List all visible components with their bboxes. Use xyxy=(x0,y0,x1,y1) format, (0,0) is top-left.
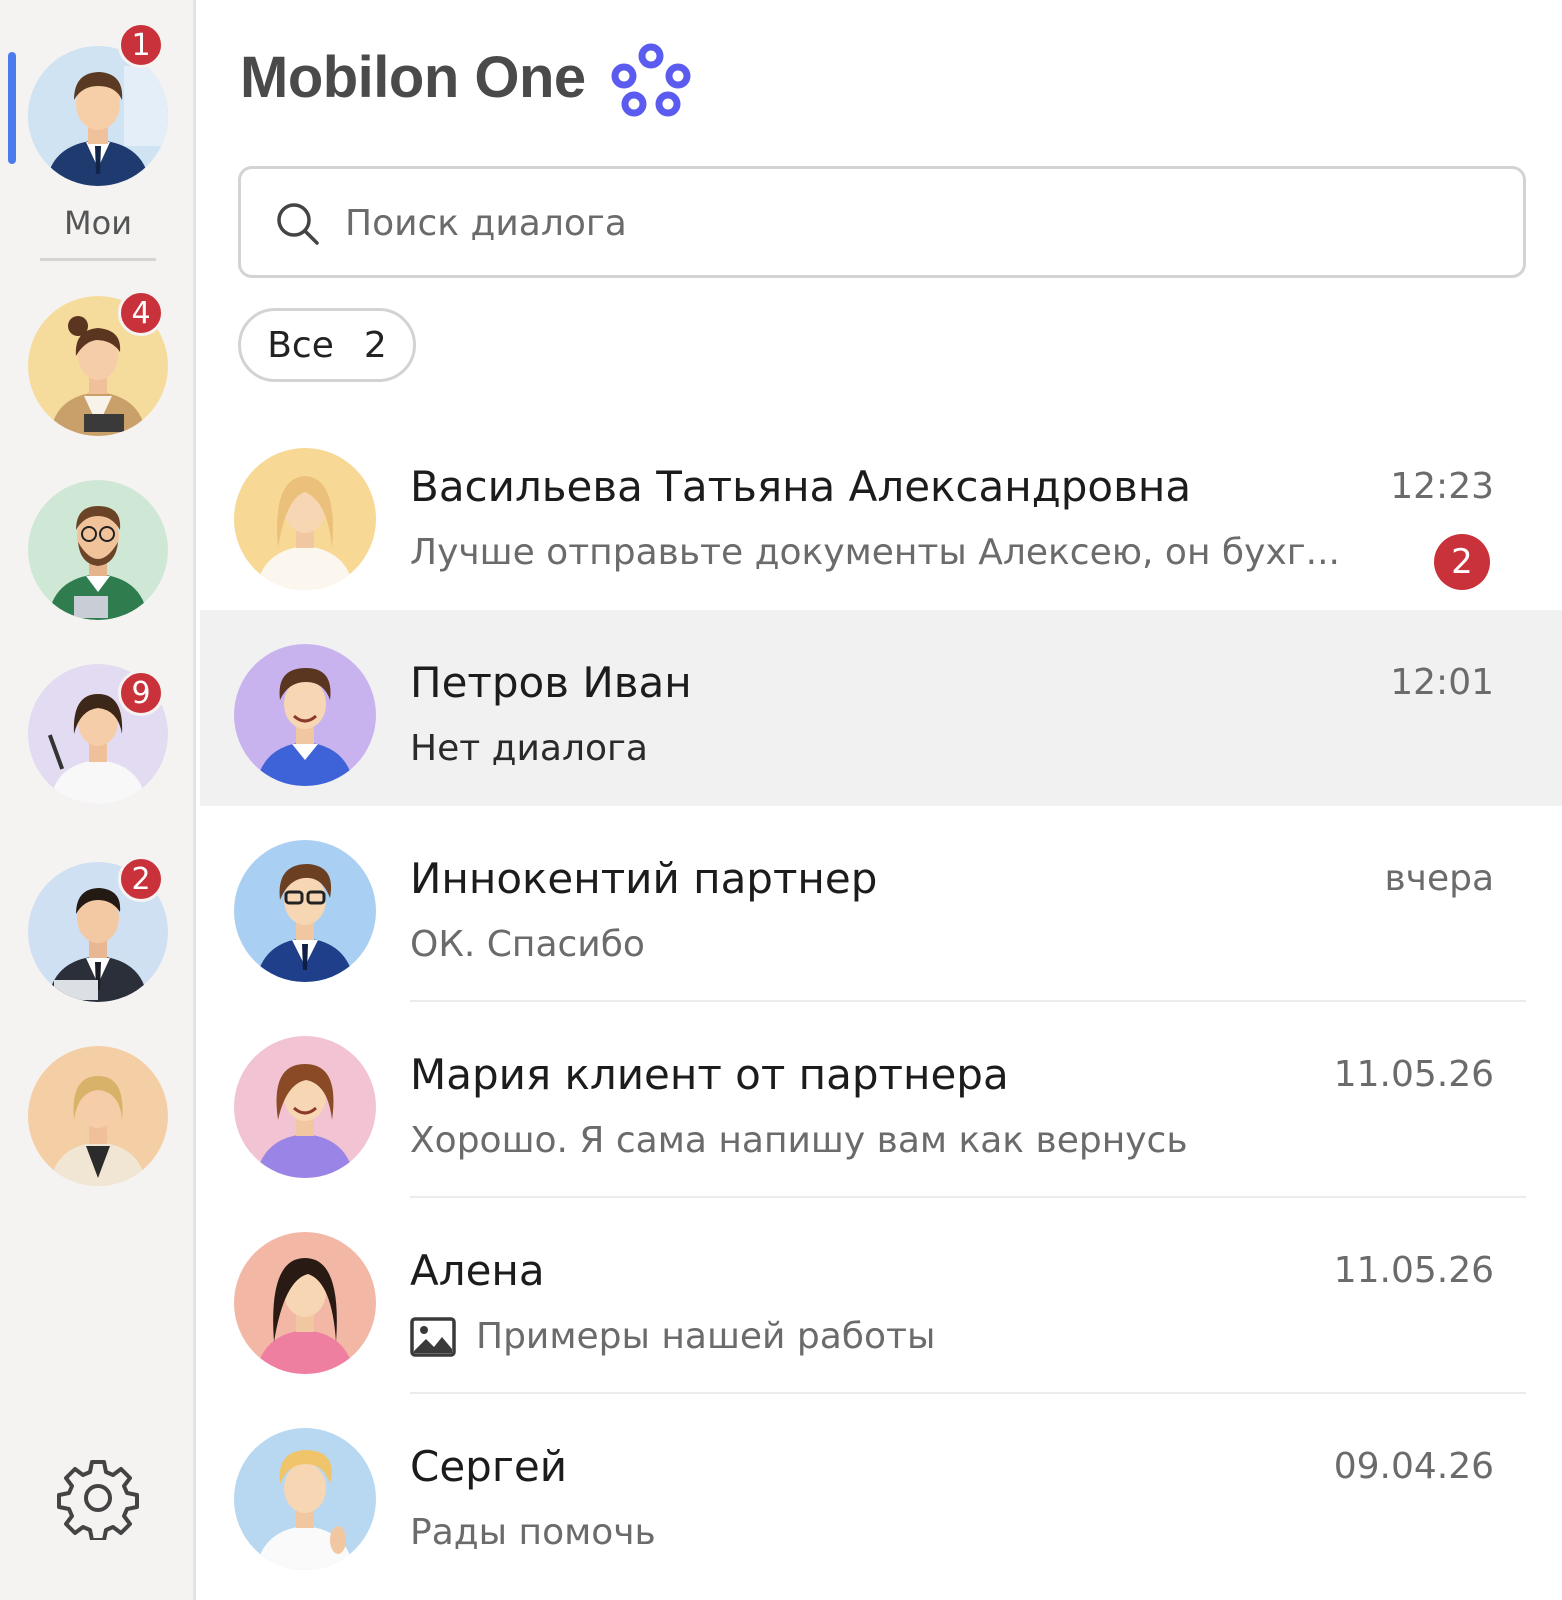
account-badge-2: 4 xyxy=(118,290,164,336)
message-time: 12:23 xyxy=(1390,466,1494,507)
contact-name: Мария клиент от партнера xyxy=(410,1050,1009,1099)
message-time: 11.05.26 xyxy=(1333,1054,1494,1095)
filter-chip-label: Все xyxy=(267,324,334,366)
contact-avatar xyxy=(234,448,376,590)
last-message: Примеры нашей работы xyxy=(410,1316,935,1357)
unread-badge: 2 xyxy=(1434,534,1490,590)
contact-name: Васильева Татьяна Александровна xyxy=(410,462,1192,511)
dialog-row[interactable]: Иннокентий партнер ОК. Спасибо вчера xyxy=(200,806,1562,1002)
gear-icon[interactable] xyxy=(56,1456,140,1540)
dialog-row[interactable]: Мария клиент от партнера Хорошо. Я сама … xyxy=(200,1002,1562,1198)
dialog-row[interactable]: Алена Примеры нашей работы 11.05.26 xyxy=(200,1198,1562,1394)
app-title: Mobilon One xyxy=(240,45,586,110)
last-message-text: ОК. Спасибо xyxy=(410,924,645,965)
contact-name: Петров Иван xyxy=(410,658,692,707)
rail-label-mine: Мои xyxy=(64,204,132,242)
message-time: вчера xyxy=(1384,858,1494,899)
account-avatar-6[interactable] xyxy=(28,1046,168,1186)
last-message-text: Хорошо. Я сама напишу вам как вернусь xyxy=(410,1120,1188,1161)
last-message: Нет диалога xyxy=(410,728,648,769)
contact-name: Сергей xyxy=(410,1442,568,1491)
last-message: ОК. Спасибо xyxy=(410,924,645,965)
last-message-text: Рады помочь xyxy=(410,1512,656,1553)
rail-divider xyxy=(40,258,156,261)
contact-avatar xyxy=(234,1036,376,1178)
account-rail: 1 Мои 4 9 2 xyxy=(0,0,196,1600)
last-message-text: Примеры нашей работы xyxy=(476,1316,936,1357)
message-time: 11.05.26 xyxy=(1333,1250,1494,1291)
last-message-text: Лучше отправьте документы Алексею, он бу… xyxy=(410,532,1340,573)
contact-avatar xyxy=(234,644,376,786)
contact-avatar xyxy=(234,840,376,982)
app-logo-icon xyxy=(611,43,691,117)
last-message: Рады помочь xyxy=(410,1512,656,1553)
last-message-text: Нет диалога xyxy=(410,728,648,769)
image-icon xyxy=(410,1316,456,1357)
search-icon xyxy=(277,203,319,245)
search-input[interactable] xyxy=(345,189,1495,257)
contact-avatar xyxy=(234,1428,376,1570)
message-time: 09.04.26 xyxy=(1333,1446,1494,1487)
search-box[interactable] xyxy=(238,166,1526,278)
contact-name: Иннокентий партнер xyxy=(410,854,878,903)
dialog-row-selected[interactable]: Петров Иван Нет диалога 12:01 xyxy=(200,610,1562,806)
last-message: Лучше отправьте документы Алексею, он бу… xyxy=(410,532,1340,573)
dialog-row[interactable]: Сергей Рады помочь 09.04.26 xyxy=(200,1394,1562,1590)
account-badge-5: 2 xyxy=(118,856,164,902)
active-account-indicator xyxy=(8,52,16,164)
account-avatar-3[interactable] xyxy=(28,480,168,620)
account-badge-4: 9 xyxy=(118,670,164,716)
message-time: 12:01 xyxy=(1390,662,1494,703)
account-badge-1: 1 xyxy=(118,22,164,68)
filter-chip-count: 2 xyxy=(363,324,387,366)
filter-chip-all[interactable]: Все 2 xyxy=(238,308,416,382)
last-message: Хорошо. Я сама напишу вам как вернусь xyxy=(410,1120,1188,1161)
dialog-row[interactable]: Васильева Татьяна Александровна Лучше от… xyxy=(200,414,1562,610)
contact-avatar xyxy=(234,1232,376,1374)
contact-name: Алена xyxy=(410,1246,545,1295)
